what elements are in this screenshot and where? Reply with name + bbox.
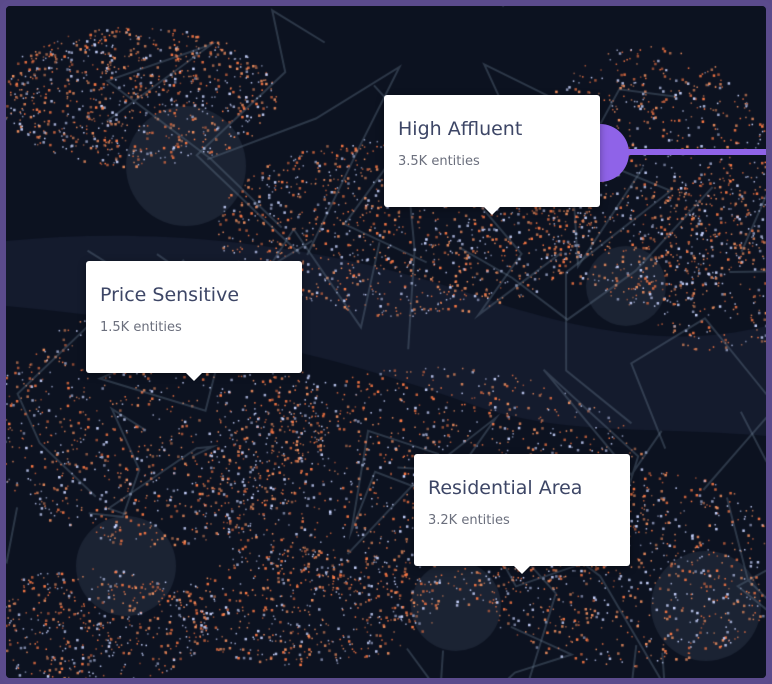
segment-label-residential-area[interactable]: Residential Area 3.2K entities [414, 454, 630, 574]
segment-title: Residential Area [428, 477, 583, 499]
entity-count: 3.2K entities [428, 512, 510, 528]
entity-count: 3.5K entities [398, 153, 480, 169]
segment-label-price-sensitive[interactable]: Price Sensitive 1.5K entities [86, 261, 302, 381]
connector-line [621, 149, 766, 155]
segment-title: Price Sensitive [100, 284, 240, 306]
segment-title: High Affluent [398, 118, 523, 140]
entity-count: 1.5K entities [100, 319, 182, 335]
map-frame: High Affluent 3.5K entities Price Sensit… [0, 0, 772, 684]
segment-label-high-affluent[interactable]: High Affluent 3.5K entities [384, 95, 600, 215]
